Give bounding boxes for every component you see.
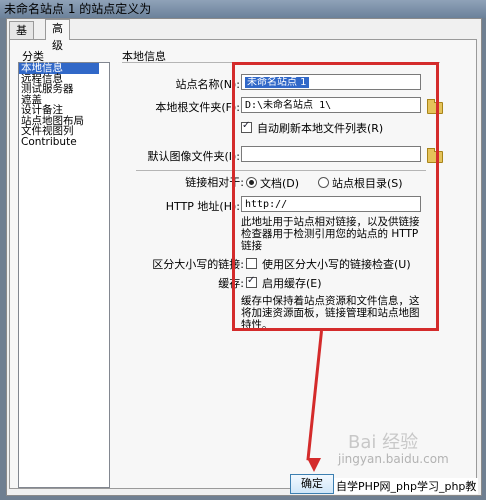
window-title: 未命名站点 1 的站点定义为 xyxy=(4,2,152,16)
site-name-label: 站点名称(N): xyxy=(175,78,240,91)
category-item-design-notes[interactable]: 设计备注 xyxy=(19,105,109,116)
category-list: 本地信息 远程信息 测试服务器 遮盖 设计备注 站点地图布局 文件视图列 Con… xyxy=(18,62,110,488)
root-folder-label: 本地根文件夹(F): xyxy=(155,101,240,114)
category-item-local-info[interactable]: 本地信息 xyxy=(19,63,99,74)
http-address-label: HTTP 地址(H): xyxy=(165,200,240,213)
default-images-label: 默认图像文件夹(I): xyxy=(147,150,240,163)
baidu-watermark: Bai 经验 xyxy=(348,432,419,453)
ok-button[interactable]: 确定 xyxy=(290,474,334,494)
category-item-file-view-columns[interactable]: 文件视图列 xyxy=(19,126,109,137)
tab-basic[interactable]: 基本 xyxy=(9,21,34,54)
baidu-watermark-url: jingyan.baidu.com xyxy=(338,452,449,466)
site-footer-overlay: 自学PHP网_php学习_php教 xyxy=(334,478,479,494)
category-item-testing-server[interactable]: 测试服务器 xyxy=(19,84,109,95)
window-titlebar: 未命名站点 1 的站点定义为 xyxy=(0,0,486,18)
tab-advanced[interactable]: 高级 xyxy=(45,19,70,52)
category-item-contribute[interactable]: Contribute xyxy=(19,136,109,148)
case-sensitive-label: 区分大小写的链接: xyxy=(152,258,244,271)
annotation-arrow-head xyxy=(307,458,321,472)
annotation-highlight-box xyxy=(232,62,439,331)
